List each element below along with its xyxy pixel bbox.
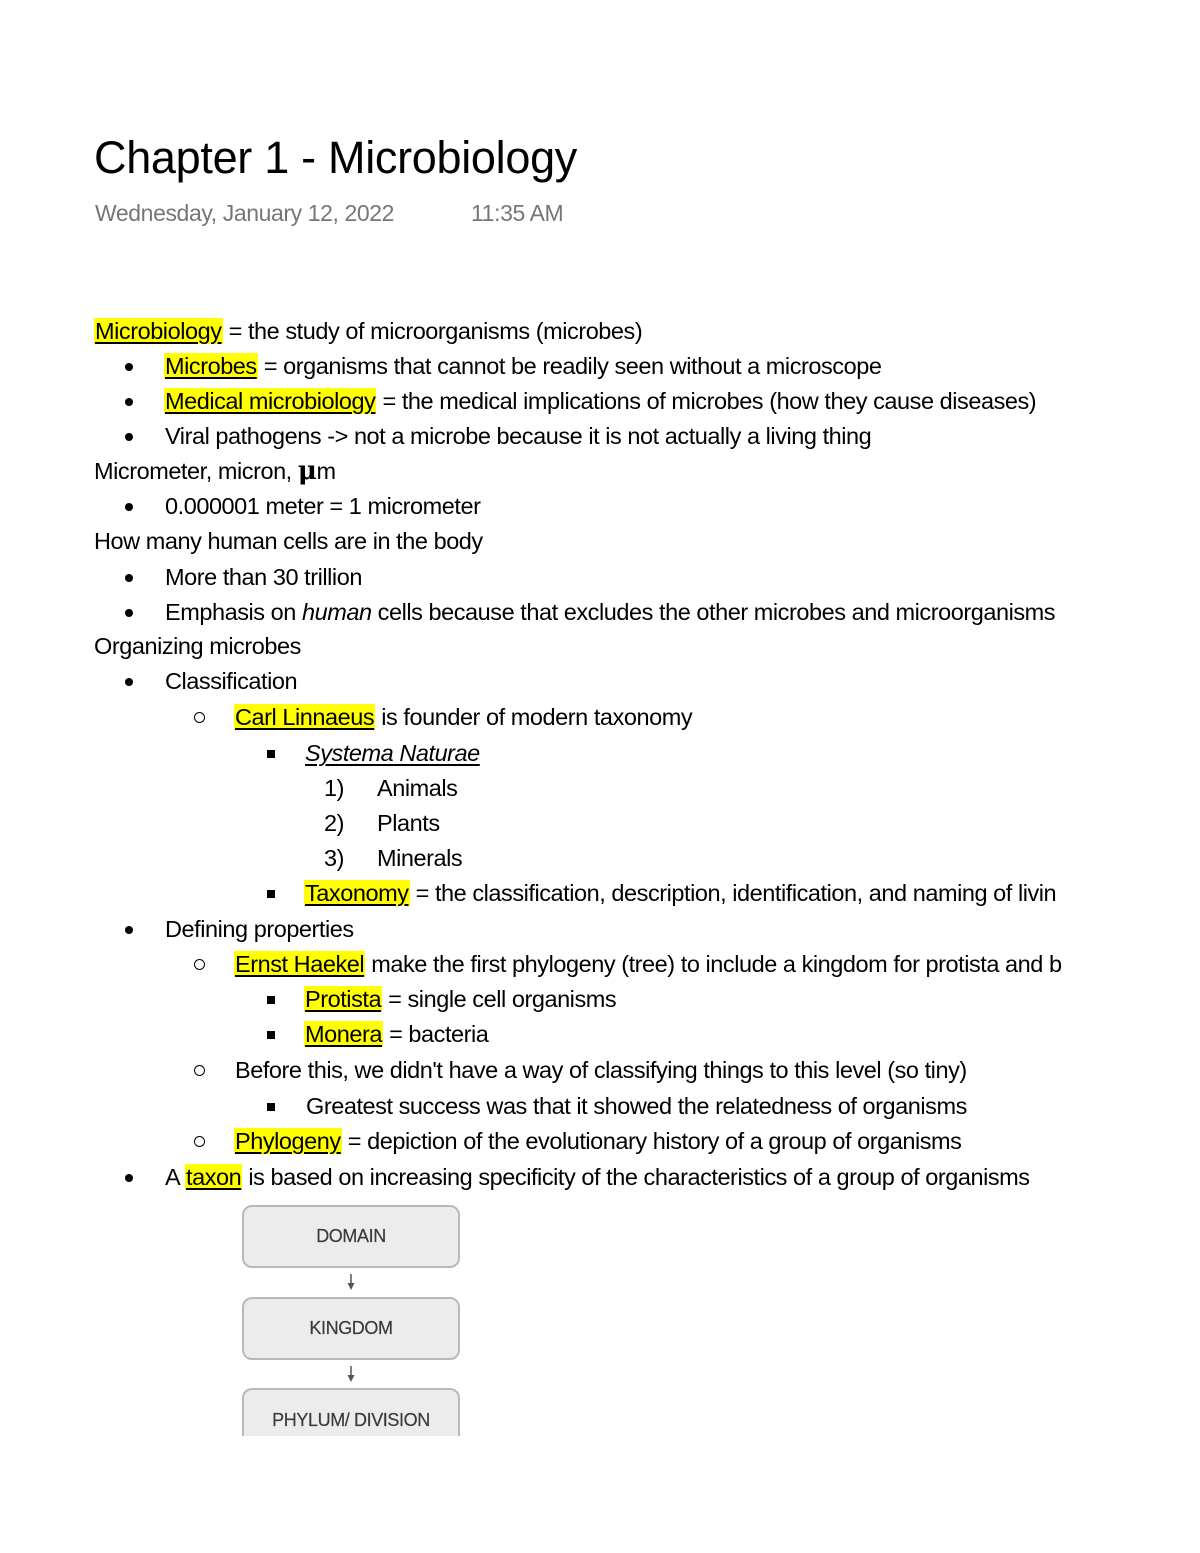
line-text: Micrometer, micron, bbox=[94, 458, 298, 484]
list-number: 2) bbox=[324, 810, 344, 836]
list-item: Systema Naturae bbox=[305, 736, 480, 771]
definition-text: = single cell organisms bbox=[382, 986, 617, 1012]
list-number: 3) bbox=[324, 845, 344, 871]
definition-text: make the first phylogeny (tree) to inclu… bbox=[365, 951, 1062, 977]
definition-text: = the study of microorganisms (microbes) bbox=[222, 318, 643, 344]
definition-text: is founder of modern taxonomy bbox=[375, 704, 693, 730]
down-arrow-icon bbox=[347, 1274, 355, 1290]
definition-text: is based on increasing specificity of th… bbox=[242, 1164, 1030, 1190]
highlighted-term: Ernst Haekel bbox=[234, 951, 366, 977]
list-item: Carl Linnaeus is founder of modern taxon… bbox=[234, 700, 693, 735]
list-item: Defining properties bbox=[165, 916, 354, 942]
circle-bullet-icon bbox=[193, 947, 205, 982]
box-label: DOMAIN bbox=[316, 1226, 386, 1246]
bullet-icon bbox=[124, 349, 134, 384]
bullet-icon bbox=[124, 595, 134, 630]
bullet-icon bbox=[124, 1160, 134, 1195]
highlighted-term: Microbiology bbox=[94, 318, 223, 344]
list-item: Taxonomy = the classification, descripti… bbox=[304, 876, 1057, 911]
list-item: Minerals bbox=[377, 845, 463, 871]
square-bullet-icon bbox=[266, 736, 276, 771]
highlighted-term: Protista bbox=[304, 986, 383, 1012]
diagram-box-domain: DOMAIN bbox=[242, 1205, 460, 1268]
list-item: Monera = bacteria bbox=[304, 1017, 489, 1052]
circle-bullet-icon bbox=[193, 700, 205, 735]
list-item: Viral pathogens -> not a microbe because… bbox=[165, 423, 872, 449]
note-date: Wednesday, January 12, 2022 bbox=[95, 200, 395, 226]
down-arrow-icon bbox=[347, 1366, 355, 1382]
highlighted-term: Monera bbox=[304, 1021, 383, 1047]
highlighted-term: taxon bbox=[185, 1164, 243, 1190]
mu-symbol: μ bbox=[297, 456, 317, 486]
heading-line: How many human cells are in the body bbox=[94, 528, 483, 554]
heading-line: Micrometer, micron, μm bbox=[94, 454, 336, 489]
emphasis-text: human bbox=[301, 599, 372, 625]
list-item: More than 30 trillion bbox=[165, 564, 362, 590]
highlighted-term: Microbes bbox=[164, 353, 258, 379]
list-item: Protista = single cell organisms bbox=[304, 982, 617, 1017]
definition-text: = the classification, description, ident… bbox=[409, 880, 1057, 906]
line-text: Emphasis on bbox=[165, 599, 302, 625]
bullet-icon bbox=[124, 912, 134, 947]
definition-text: = organisms that cannot be readily seen … bbox=[257, 353, 882, 379]
list-item: Medical microbiology = the medical impli… bbox=[164, 384, 1037, 419]
definition-text: = bacteria bbox=[382, 1021, 489, 1047]
bullet-icon bbox=[124, 384, 134, 419]
highlighted-term: Carl Linnaeus bbox=[234, 704, 376, 730]
bullet-icon bbox=[124, 419, 134, 454]
line-text: m bbox=[316, 458, 336, 484]
list-item: Plants bbox=[377, 810, 440, 836]
square-bullet-icon bbox=[266, 982, 276, 1017]
list-item: Ernst Haekel make the first phylogeny (t… bbox=[234, 947, 1062, 982]
definition-text: = depiction of the evolutionary history … bbox=[341, 1128, 962, 1154]
list-item: A taxon is based on increasing specifici… bbox=[165, 1160, 1030, 1195]
bullet-icon bbox=[124, 489, 134, 524]
list-number: 1) bbox=[324, 775, 344, 801]
heading-line: Organizing microbes bbox=[94, 633, 301, 659]
circle-bullet-icon bbox=[193, 1053, 205, 1088]
list-item: Animals bbox=[377, 775, 458, 801]
square-bullet-icon bbox=[266, 1017, 276, 1052]
list-item: Classification bbox=[165, 668, 298, 694]
box-label: PHYLUM/ DIVISION bbox=[272, 1409, 430, 1430]
definition-line: Microbiology = the study of microorganis… bbox=[94, 314, 643, 349]
diagram-box-phylum: PHYLUM/ DIVISION bbox=[242, 1388, 460, 1436]
highlighted-term: Taxonomy bbox=[304, 880, 410, 906]
square-bullet-icon bbox=[266, 1089, 276, 1124]
list-item: Emphasis on human cells because that exc… bbox=[165, 595, 1056, 630]
list-item: Greatest success was that it showed the … bbox=[306, 1093, 967, 1119]
list-item: Phylogeny = depiction of the evolutionar… bbox=[234, 1124, 962, 1159]
circle-bullet-icon bbox=[193, 1124, 205, 1159]
box-label: KINGDOM bbox=[309, 1318, 393, 1338]
list-item: Microbes = organisms that cannot be read… bbox=[164, 349, 882, 384]
book-title: Systema Naturae bbox=[305, 740, 480, 766]
bullet-icon bbox=[124, 560, 134, 595]
page-title: Chapter 1 - Microbiology bbox=[94, 132, 578, 183]
line-text: cells because that excludes the other mi… bbox=[371, 599, 1056, 625]
definition-text: = the medical implications of microbes (… bbox=[376, 388, 1037, 414]
square-bullet-icon bbox=[266, 876, 276, 911]
diagram-box-kingdom: KINGDOM bbox=[242, 1297, 460, 1360]
note-time: 11:35 AM bbox=[471, 200, 564, 226]
highlighted-term: Medical microbiology bbox=[164, 388, 377, 414]
line-text: A bbox=[165, 1164, 186, 1190]
list-item: Before this, we didn't have a way of cla… bbox=[235, 1057, 967, 1083]
bullet-icon bbox=[124, 664, 134, 699]
highlighted-term: Phylogeny bbox=[234, 1128, 342, 1154]
list-item: 0.000001 meter = 1 micrometer bbox=[165, 493, 481, 519]
